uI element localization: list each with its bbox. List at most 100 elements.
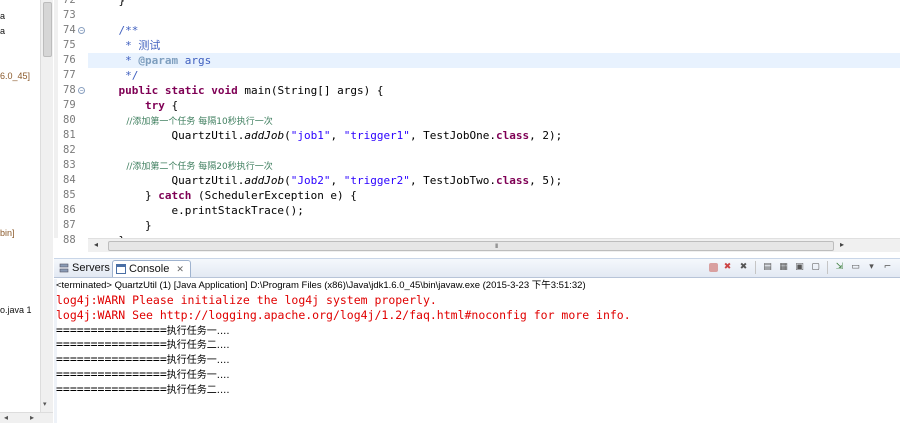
scroll-left-icon[interactable]: ◂: [4, 413, 8, 422]
tree-item-fragment[interactable]: o.java 1: [0, 305, 32, 315]
stdout-line: ================执行任务一....: [56, 366, 230, 381]
view-tab-bar: Servers Console ✕ ✖ ✖ ▤ ▦ ▣ ▢ ⇲ ▭ ▾ ⌐: [54, 259, 900, 278]
code-line-text: try {: [144, 99, 179, 112]
stdout-line: ================执行任务二....: [56, 337, 230, 352]
code-line[interactable]: } catch (SchedulerException e) {: [88, 188, 900, 203]
code-line-text: QuartzUtil.addJob("job1", "trigger1", Te…: [92, 129, 563, 142]
toolbar-separator: [827, 261, 828, 274]
stderr-line: log4j:WARN See http://logging.apache.org…: [56, 307, 631, 322]
tree-item-fragment[interactable]: a: [0, 11, 5, 21]
remove-all-icon[interactable]: ✖: [737, 261, 750, 274]
line-number: 76: [63, 54, 76, 66]
code-line-text: } catch (SchedulerException e) {: [92, 189, 357, 202]
editor-horizontal-scrollbar[interactable]: ◂ III ▸: [88, 238, 900, 252]
scroll-right-icon[interactable]: ▸: [840, 240, 844, 249]
line-number: 86: [63, 204, 76, 216]
line-number: 79: [63, 99, 76, 111]
line-number: 73: [63, 9, 76, 21]
line-number: 88: [63, 234, 76, 246]
code-line-text: QuartzUtil.addJob("Job2", "trigger2", Te…: [92, 174, 563, 187]
code-line-text: e.printStackTrace();: [92, 204, 304, 217]
scrollbar-thumb[interactable]: III: [108, 241, 834, 251]
code-line-text: }: [92, 219, 152, 232]
scroll-right-icon[interactable]: ▸: [30, 413, 34, 422]
minimize-icon[interactable]: ▭: [849, 261, 862, 274]
code-line[interactable]: /**: [88, 23, 900, 38]
code-line[interactable]: */: [88, 68, 900, 83]
fold-toggle-icon[interactable]: −: [78, 27, 85, 34]
code-line-text: }: [92, 0, 126, 7]
line-number: 84: [63, 174, 76, 186]
code-line-text: /**: [92, 24, 139, 37]
scroll-down-icon[interactable]: ▾: [43, 400, 47, 408]
code-area[interactable]: } /** * 测试 * @param args */ public stati…: [88, 0, 900, 247]
line-number: 78−: [63, 84, 85, 96]
display-selected-icon[interactable]: ▢: [809, 261, 822, 274]
fold-toggle-icon[interactable]: −: [78, 87, 85, 94]
code-line-text: public static void main(String[] args) {: [118, 84, 384, 97]
tree-item-fragment[interactable]: 6.0_45]: [0, 71, 30, 81]
scrollbar-thumb[interactable]: [43, 2, 52, 57]
tab-servers[interactable]: Servers: [56, 260, 110, 277]
maximize-icon[interactable]: ⌐: [881, 261, 894, 274]
code-line[interactable]: [88, 8, 900, 23]
scrollbar-grip-icon: III: [495, 243, 498, 250]
stdout-line: ================执行任务二....: [56, 381, 230, 396]
explorer-horizontal-scrollbar[interactable]: ◂ ▸: [0, 412, 53, 423]
code-line[interactable]: * 测试: [88, 38, 900, 53]
line-number: 83: [63, 159, 76, 171]
code-line-text: * 测试: [92, 39, 161, 52]
terminate-icon[interactable]: [709, 263, 718, 272]
line-number: 81: [63, 129, 76, 141]
code-line[interactable]: //添加第二个任务 每隔20秒执行一次: [88, 158, 900, 173]
view-menu-icon[interactable]: ▾: [865, 261, 878, 274]
line-number: 77: [63, 69, 76, 81]
line-number: 87: [63, 219, 76, 231]
tree-item-fragment[interactable]: bin]: [0, 228, 15, 238]
tab-console[interactable]: Console ✕: [112, 260, 191, 277]
toolbar-separator: [755, 261, 756, 274]
code-line[interactable]: [88, 143, 900, 158]
scroll-lock-icon[interactable]: ▤: [761, 261, 774, 274]
remove-launch-icon[interactable]: ✖: [721, 261, 734, 274]
explorer-vertical-scrollbar[interactable]: ▾: [40, 0, 53, 412]
package-explorer-fragment: a a 6.0_45] bin] o.java 1: [0, 0, 40, 412]
line-number: 80: [63, 114, 76, 126]
tab-label: Servers: [72, 262, 110, 274]
code-line[interactable]: e.printStackTrace();: [88, 203, 900, 218]
line-number: 75: [63, 39, 76, 51]
code-line-text: * @param args: [92, 54, 212, 67]
code-line-text: */: [92, 69, 139, 82]
line-number: 85: [63, 189, 76, 201]
stderr-line: log4j:WARN Please initialize the log4j s…: [56, 293, 437, 307]
close-icon[interactable]: ✕: [176, 264, 184, 274]
code-line-text: //添加第一个任务 每隔10秒执行一次: [92, 117, 273, 127]
code-line[interactable]: * @param args: [88, 53, 900, 68]
show-console-icon[interactable]: ▦: [777, 261, 790, 274]
console-icon: [116, 264, 126, 274]
line-number: 72: [63, 0, 76, 6]
code-line[interactable]: public static void main(String[] args) {: [88, 83, 900, 98]
code-line[interactable]: try {: [88, 98, 900, 113]
open-console-icon[interactable]: ⇲: [833, 261, 846, 274]
tab-label: Console: [129, 263, 170, 275]
servers-icon: [59, 263, 69, 273]
code-line[interactable]: //添加第一个任务 每隔10秒执行一次: [88, 113, 900, 128]
code-line[interactable]: QuartzUtil.addJob("Job2", "trigger2", Te…: [88, 173, 900, 188]
pin-console-icon[interactable]: ▣: [793, 261, 806, 274]
line-number: 82: [63, 144, 76, 156]
scroll-left-icon[interactable]: ◂: [94, 240, 98, 249]
stdout-line: ================执行任务一....: [56, 322, 230, 337]
line-number-gutter: 72 73 74− 75 76 77 78− 79 80 81 82 83 84 85 86 87 88: [58, 0, 88, 246]
tree-item-fragment[interactable]: a: [0, 26, 5, 36]
code-line[interactable]: }: [88, 0, 900, 8]
line-number: 74−: [63, 24, 85, 36]
process-status-label: <terminated> QuartzUtil (1) [Java Applic…: [56, 280, 586, 291]
console-toolbar: ✖ ✖ ▤ ▦ ▣ ▢ ⇲ ▭ ▾ ⌐: [709, 261, 894, 276]
code-line[interactable]: }: [88, 218, 900, 233]
java-editor[interactable]: 72 73 74− 75 76 77 78− 79 80 81 82 83 84 85 86 87 88 } /…: [54, 0, 900, 258]
stdout-line: ================执行任务一....: [56, 352, 230, 367]
console-output[interactable]: log4j:WARN Please initialize the log4j s…: [56, 293, 896, 397]
code-line-text: //添加第二个任务 每隔20秒执行一次: [92, 162, 273, 172]
code-line[interactable]: QuartzUtil.addJob("job1", "trigger1", Te…: [88, 128, 900, 143]
